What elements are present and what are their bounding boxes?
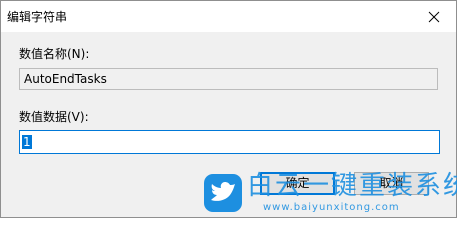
dialog-body: 数值名称(N): AutoEndTasks 数值数据(V): 1 确定 取消 — [1, 32, 456, 217]
cancel-button[interactable]: 取消 — [354, 172, 429, 195]
close-icon — [428, 11, 439, 22]
ok-button[interactable]: 确定 — [260, 172, 335, 195]
close-button[interactable] — [411, 1, 456, 32]
value-data-text: 1 — [22, 135, 32, 149]
value-data-input[interactable]: 1 — [19, 130, 440, 154]
title-bar[interactable]: 编辑字符串 — [1, 1, 456, 32]
value-name-field: AutoEndTasks — [19, 68, 438, 90]
edit-string-dialog: 编辑字符串 数值名称(N): AutoEndTasks 数值数据(V): 1 确… — [0, 0, 457, 218]
value-name-label: 数值名称(N): — [19, 47, 90, 61]
value-data-label: 数值数据(V): — [19, 110, 89, 124]
dialog-title: 编辑字符串 — [7, 10, 68, 24]
